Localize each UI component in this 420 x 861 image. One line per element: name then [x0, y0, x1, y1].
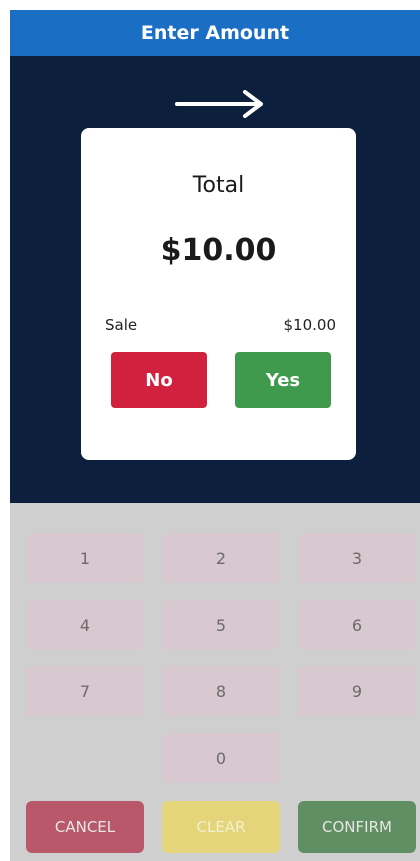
- no-button-label: No: [145, 369, 173, 391]
- no-button[interactable]: No: [111, 352, 207, 408]
- clear-button[interactable]: CLEAR: [162, 801, 280, 853]
- key-4[interactable]: 4: [26, 600, 144, 650]
- key-2[interactable]: 2: [162, 533, 280, 583]
- key-1[interactable]: 1: [26, 533, 144, 583]
- key-0[interactable]: 0: [162, 733, 280, 783]
- key-3[interactable]: 3: [298, 533, 416, 583]
- key-7[interactable]: 7: [26, 666, 144, 716]
- key-5[interactable]: 5: [162, 600, 280, 650]
- key-9[interactable]: 9: [298, 666, 416, 716]
- confirmation-dialog: Total $10.00 Sale $10.00 No Yes: [81, 128, 356, 460]
- sale-label: Sale: [105, 316, 138, 334]
- cancel-button[interactable]: CANCEL: [26, 801, 144, 853]
- arrow-right-icon: [175, 90, 263, 118]
- keypad: 1 2 3 4 5 6 7 8 9 0 CANCEL CLEAR CONFIRM: [10, 503, 420, 861]
- page-title: Enter Amount: [140, 22, 290, 44]
- yes-button-label: Yes: [265, 369, 301, 391]
- confirm-button[interactable]: CONFIRM: [298, 801, 416, 853]
- key-8[interactable]: 8: [162, 666, 280, 716]
- total-amount: $10.00: [160, 233, 277, 268]
- yes-button[interactable]: Yes: [235, 352, 331, 408]
- total-heading: Total: [192, 173, 245, 198]
- header-bar: Enter Amount: [10, 10, 420, 56]
- key-6[interactable]: 6: [298, 600, 416, 650]
- sale-value: $10.00: [283, 316, 337, 334]
